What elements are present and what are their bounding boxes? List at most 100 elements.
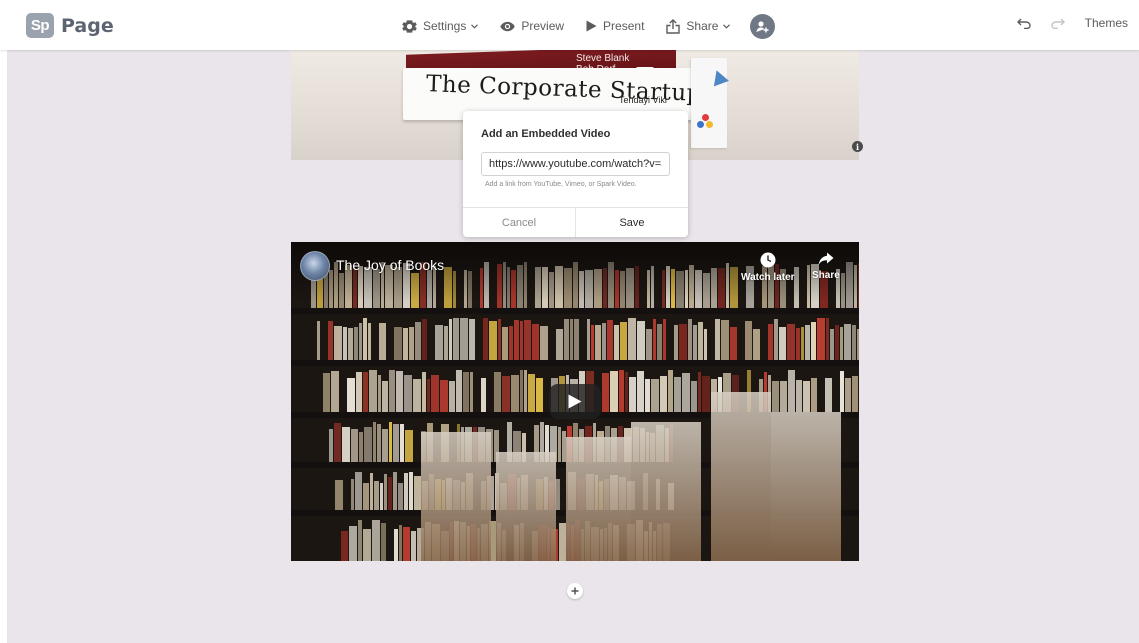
- book-pile: [421, 432, 491, 561]
- collaborator-avatar[interactable]: [750, 13, 776, 39]
- redo-button[interactable]: [1050, 18, 1065, 29]
- book-spine: [403, 328, 408, 360]
- logo-text: Page: [61, 14, 114, 37]
- add-block-button[interactable]: [567, 583, 583, 599]
- book-spine: [653, 319, 656, 360]
- center-nav: Settings Preview Present Share: [402, 13, 776, 39]
- gear-icon: [402, 19, 417, 33]
- book-spine: [614, 325, 619, 360]
- book-spine: [334, 423, 341, 462]
- book-spine: [354, 327, 358, 360]
- book-author: Tendayi Viki: [619, 95, 667, 105]
- book-spine: [801, 327, 804, 360]
- book-spine: [610, 371, 618, 412]
- embedded-video[interactable]: The Joy of Books Watch later Share: [291, 242, 859, 561]
- plus-icon: [571, 587, 579, 595]
- share-label: Share: [686, 19, 719, 33]
- book-spine: [637, 371, 644, 412]
- book-spine: [768, 324, 773, 360]
- book-spine: [384, 474, 387, 510]
- book-spine: [753, 329, 760, 360]
- book-spine: [651, 379, 659, 412]
- cancel-button[interactable]: Cancel: [463, 208, 576, 237]
- book-spine: [494, 372, 501, 412]
- book-spine: [444, 326, 448, 360]
- book-spine: [414, 476, 421, 510]
- book-spine: [602, 323, 606, 360]
- book-spine: [657, 324, 662, 360]
- book-spine: [620, 322, 627, 360]
- watch-later-label: Watch later: [741, 272, 795, 283]
- book-spine: [394, 327, 402, 360]
- book-spine: [449, 381, 455, 412]
- book-spine: [688, 319, 692, 360]
- book-spine: [845, 378, 851, 412]
- share-menu[interactable]: Share: [666, 18, 731, 34]
- book-spine: [398, 483, 403, 510]
- chevron-down-icon: [471, 23, 479, 29]
- book-spine: [524, 370, 527, 412]
- book-spine: [379, 323, 386, 360]
- book-spine: [787, 324, 795, 360]
- themes-link[interactable]: Themes: [1085, 16, 1128, 30]
- book-spine: [374, 481, 379, 510]
- logo-badge: Sp: [26, 13, 54, 38]
- book-spine: [427, 379, 430, 412]
- book-spine: [396, 371, 403, 412]
- book-spine: [469, 319, 475, 360]
- watch-later-button[interactable]: Watch later: [741, 252, 795, 283]
- settings-label: Settings: [423, 19, 467, 33]
- book-spine: [470, 372, 473, 412]
- book-spine: [520, 370, 523, 412]
- book-spine: [456, 370, 462, 412]
- book-spine: [382, 381, 388, 412]
- book-spine: [857, 329, 859, 360]
- book-spine: [372, 520, 380, 561]
- book-spine: [359, 323, 362, 360]
- play-icon: [586, 20, 597, 32]
- book-spine: [702, 376, 710, 412]
- book-spine: [745, 321, 752, 360]
- book-spine: [463, 372, 469, 412]
- book-spine: [780, 381, 787, 412]
- book-spine: [817, 318, 825, 360]
- book-spine: [772, 381, 779, 412]
- save-button[interactable]: Save: [576, 208, 688, 237]
- book-spine: [844, 324, 851, 360]
- info-icon[interactable]: i: [852, 141, 863, 152]
- play-button[interactable]: [549, 384, 601, 419]
- book-spine: [382, 429, 388, 462]
- channel-avatar[interactable]: [300, 251, 330, 281]
- book-spine: [502, 376, 510, 412]
- book-spine: [646, 329, 652, 360]
- clock-icon: [760, 252, 776, 268]
- book-spine: [698, 372, 701, 412]
- book-spine: [663, 319, 666, 360]
- top-bar: Sp Page Settings Preview Present Share T…: [0, 0, 1139, 50]
- book-spine: [591, 325, 594, 360]
- book-spine: [394, 529, 398, 561]
- book-spine: [364, 427, 372, 462]
- book-spine: [532, 324, 539, 360]
- present-button[interactable]: Present: [586, 19, 644, 33]
- book-spine: [825, 378, 832, 412]
- book-spine: [715, 319, 720, 360]
- book-spine: [351, 479, 354, 510]
- undo-button[interactable]: [1016, 18, 1031, 29]
- video-title[interactable]: The Joy of Books: [336, 257, 444, 273]
- book-spine: [404, 375, 412, 412]
- book-spine: [388, 477, 392, 510]
- book-spine: [389, 422, 392, 462]
- preview-button[interactable]: Preview: [500, 19, 564, 33]
- book-spine: [619, 370, 624, 412]
- video-share-button[interactable]: Share: [812, 252, 840, 281]
- video-url-input[interactable]: [481, 152, 670, 176]
- play-icon: [568, 394, 582, 409]
- book-spine: [335, 480, 343, 510]
- book-spine: [595, 325, 601, 360]
- book-spine: [826, 318, 829, 360]
- settings-menu[interactable]: Settings: [402, 19, 479, 34]
- app-logo[interactable]: Sp Page: [26, 13, 114, 38]
- book-spine: [607, 320, 613, 360]
- book-spine: [840, 327, 843, 360]
